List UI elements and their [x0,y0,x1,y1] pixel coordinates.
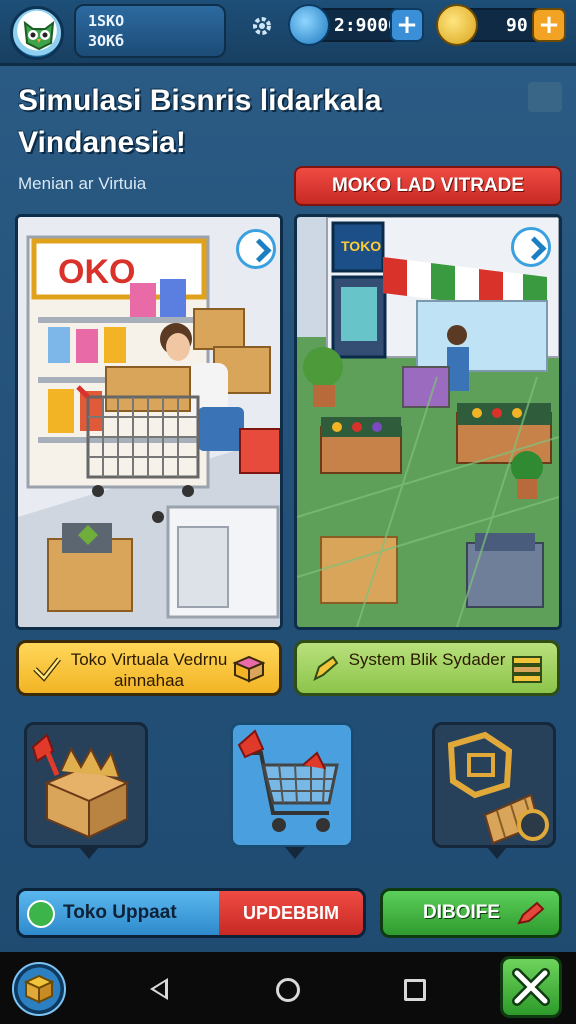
recent-apps-icon[interactable] [404,979,426,1001]
option-virtual-store-label: Toko Virtuala Vedrnu ainnahaa [70,650,228,690]
gear-icon[interactable] [250,14,274,38]
gem-icon [288,4,330,46]
game-screen: 1SKO 3OKб 2:9000 + 90 + Simulasi Bisnris… [0,0,576,1024]
cash-register-icon [447,731,549,845]
package-icon [232,655,266,683]
inventory-box-icon[interactable] [12,962,66,1016]
svg-text:TOKO: TOKO [341,238,381,254]
store-scene-right[interactable]: TOKO [294,214,562,630]
main-action-button[interactable]: MOKO LAD VITRADE [294,166,562,206]
check-icon [33,657,61,682]
svg-text:OKO: OKO [58,253,135,291]
close-x-icon[interactable] [500,956,562,1018]
option-system-label: System Blik Sydader [348,650,506,669]
pencil-icon-red [517,901,545,925]
player-avatar[interactable] [10,6,64,60]
tile-pointer [79,847,99,859]
green-action-button[interactable]: DIBOIFE [380,888,562,938]
player-line-1: 1SKO [88,12,125,30]
page-title: Simulasi Bisnris lidarkala Vindanesia! [18,84,382,159]
close-icon[interactable] [528,82,562,112]
player-line-2: 3OKб [88,32,125,50]
tile-shopping-cart[interactable] [230,722,354,859]
coins-counter: 90 + [436,4,566,46]
coin-icon [436,4,478,46]
subtitle: Menian ar Virtuia [18,174,147,193]
coins-value: 90 [506,15,528,36]
store-illustration: OKO [18,217,280,627]
player-info[interactable]: 1SKO 3OKб [74,4,226,58]
tile-pointer [487,847,507,859]
next-arrow-icon-right[interactable] [511,227,551,267]
add-coins-button[interactable]: + [532,8,566,42]
home-icon[interactable] [276,978,300,1002]
store-scene-left[interactable]: OKO [15,214,283,630]
add-gems-button[interactable]: + [390,8,424,42]
gift-box-icon [31,733,130,839]
leaf-icon [27,900,55,928]
toko-upgrade-label: Toko Uppaat [63,902,177,923]
green-action-label: DIBOIFE [423,902,501,923]
stack-icon [512,656,542,683]
pencil-icon [313,655,339,681]
top-bar: 1SKO 3OKб 2:9000 + 90 + [0,0,576,66]
back-icon[interactable] [150,978,168,1000]
update-button[interactable]: UPDEBBIM [219,891,363,935]
tile-pointer-selected [285,847,305,859]
option-virtual-store[interactable]: Toko Virtuala Vedrnu ainnahaa [16,640,282,696]
system-nav-bar [0,952,576,1024]
market-illustration: TOKO [297,217,559,627]
tile-gift-box[interactable] [24,722,148,859]
toko-upgrade-button[interactable]: Toko Uppaat [19,891,219,935]
tile-cash-register[interactable] [432,722,556,859]
shopping-cart-icon [237,729,339,832]
owl-icon [23,20,55,51]
split-action-button: Toko Uppaat UPDEBBIM [16,888,366,938]
gems-counter: 2:9000 + [288,4,424,46]
next-arrow-icon[interactable] [236,229,276,269]
option-system[interactable]: System Blik Sydader [294,640,560,696]
